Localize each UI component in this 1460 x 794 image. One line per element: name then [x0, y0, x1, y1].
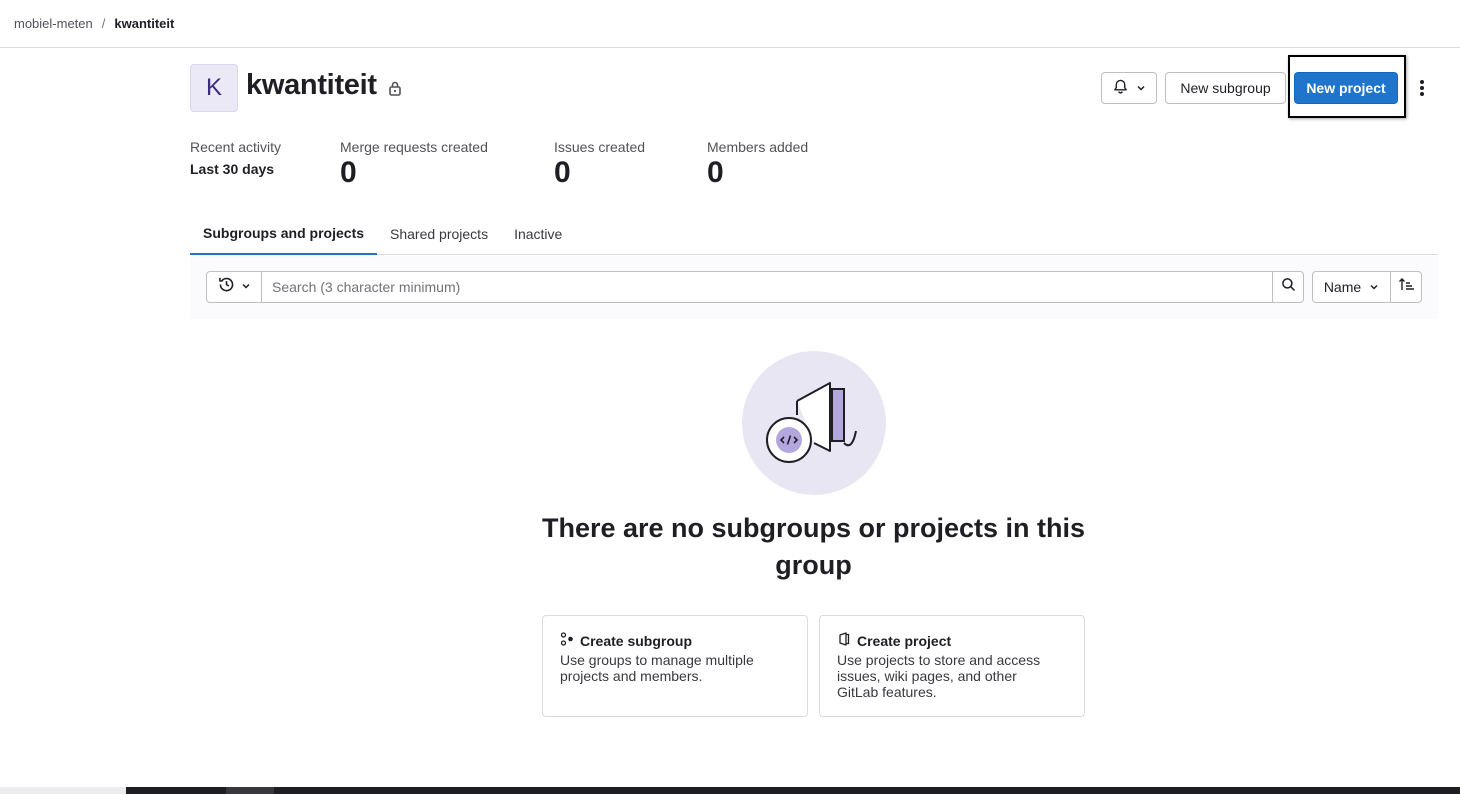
recent-activity-label: Recent activity	[190, 139, 282, 155]
new-project-button[interactable]: New project	[1294, 72, 1398, 104]
card-header: Create project	[837, 632, 1067, 649]
subgroup-icon	[560, 632, 574, 649]
recent-searches-dropdown[interactable]	[206, 271, 262, 303]
ellipsis-v-icon[interactable]	[1410, 76, 1434, 100]
tab-inactive[interactable]: Inactive	[501, 213, 575, 255]
group-avatar: K	[190, 64, 238, 112]
header-divider	[0, 47, 1460, 48]
sort-ascending-icon	[1398, 277, 1415, 297]
search-input[interactable]	[261, 271, 1273, 303]
bottom-bar	[0, 787, 1460, 794]
card-description: Use groups to manage multiple projects a…	[560, 652, 754, 684]
stat-merge-requests: Merge requests created 0	[340, 139, 488, 190]
empty-state-title: There are no subgroups or projects in th…	[541, 513, 1086, 580]
stat-label: Issues created	[554, 139, 646, 155]
project-icon	[837, 632, 851, 649]
breadcrumb: mobiel-meten / kwantiteit	[14, 16, 174, 31]
bottom-bar-segment	[226, 787, 274, 794]
new-subgroup-button[interactable]: New subgroup	[1165, 72, 1286, 104]
bell-icon	[1113, 79, 1128, 97]
card-header: Create subgroup	[560, 632, 790, 649]
stat-issues: Issues created 0	[554, 139, 645, 190]
group-tabs: Subgroups and projects Shared projects I…	[190, 213, 1438, 255]
stat-label: Members added	[707, 139, 809, 155]
group-title: kwantiteit	[246, 69, 377, 101]
history-icon	[218, 276, 235, 298]
empty-state-illustration	[742, 351, 886, 495]
stat-members: Members added 0	[707, 139, 808, 190]
sort-value: Name	[1323, 279, 1362, 295]
tab-subgroups-and-projects[interactable]: Subgroups and projects	[190, 213, 378, 255]
stat-label: Merge requests created	[340, 139, 488, 155]
breadcrumb-parent-link[interactable]: mobiel-meten	[14, 16, 93, 31]
recent-activity: Recent activity Last 30 days	[190, 139, 281, 177]
chevron-down-icon	[1369, 279, 1379, 295]
chevron-down-icon	[241, 278, 251, 296]
lock-icon[interactable]	[388, 80, 402, 101]
chevron-down-icon	[1136, 80, 1146, 96]
card-title: Create subgroup	[580, 632, 693, 649]
stat-value: 0	[340, 156, 357, 189]
tab-shared-projects[interactable]: Shared projects	[377, 213, 501, 255]
stat-value: 0	[554, 156, 571, 189]
search-button[interactable]	[1272, 271, 1304, 303]
stat-value: 0	[707, 156, 724, 189]
breadcrumb-current-link[interactable]: kwantiteit	[114, 16, 174, 31]
create-subgroup-card[interactable]: Create subgroup Use groups to manage mul…	[542, 615, 808, 717]
bottom-bar-segment	[0, 787, 126, 794]
filter-bar: Name	[190, 256, 1438, 319]
search-icon	[1281, 277, 1296, 297]
notifications-dropdown[interactable]	[1101, 72, 1157, 104]
card-description: Use projects to store and access issues,…	[837, 652, 1041, 700]
sort-direction-button[interactable]	[1390, 271, 1422, 303]
card-title: Create project	[857, 632, 952, 649]
recent-activity-period: Last 30 days	[190, 161, 275, 177]
breadcrumb-separator: /	[101, 16, 106, 31]
create-project-card[interactable]: Create project Use projects to store and…	[819, 615, 1085, 717]
sort-dropdown[interactable]: Name	[1312, 271, 1391, 303]
